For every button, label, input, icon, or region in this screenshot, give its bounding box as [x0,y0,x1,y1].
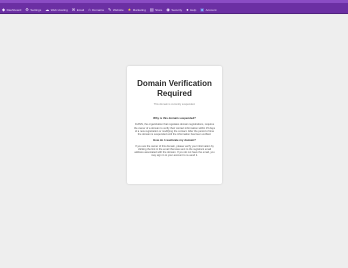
nav-item-label: Security [171,8,183,12]
nav-item-label: Store [155,8,163,12]
nav-item-account[interactable]: ▣ Account [200,7,217,13]
nav-item-email[interactable]: ✉ Email [71,7,85,13]
help-icon: ● [186,7,189,12]
star-icon: ★ [127,7,132,12]
nav-item-website[interactable]: ✎ Website [107,7,124,13]
nav-item-dashboard[interactable]: ◆ Dashboard [2,7,22,13]
store-icon: ▤ [149,7,154,12]
nav-item-label: Domains [92,8,104,12]
suspended-notice: This domain is currently suspended. [153,103,196,106]
verification-card: Domain Verification Required This domain… [127,66,222,184]
nav-item-web-hosting[interactable]: ☁ Web Hosting [45,7,68,13]
nav-item-label: Marketing [132,8,146,12]
how-heading: How do I reactivate my domain? [153,137,196,142]
gear-icon: ⚙ [25,7,29,12]
mail-icon: ✉ [71,7,76,12]
globe-icon: ⌂ [88,7,91,12]
nav-item-label: Help [190,8,197,12]
account-icon: ▣ [200,7,205,12]
nav-item-label: Email [76,8,85,12]
nav-item-store[interactable]: ▤ Store [149,7,163,13]
nav-item-domains[interactable]: ⌂ Domains [88,7,104,13]
home-icon: ◆ [2,7,6,12]
nav-menu: ◆ Dashboard ⚙ Settings ☁ Web Hosting ✉ E… [2,7,216,13]
cloud-icon: ☁ [45,7,50,12]
how-paragraph: If you are the owner of this domain, ple… [134,144,215,158]
nav-item-settings[interactable]: ⚙ Settings [25,7,42,13]
nav-item-label: Account [205,8,217,12]
why-heading: Why is this domain suspended? [153,116,196,121]
nav-item-marketing[interactable]: ★ Marketing [127,7,146,13]
nav-item-label: Settings [30,8,42,12]
top-stripe [0,0,348,3]
shield-icon: ◉ [166,7,170,12]
top-navigation-bar: ◆ Dashboard ⚙ Settings ☁ Web Hosting ✉ E… [0,0,348,14]
nav-item-label: Web Hosting [50,8,68,12]
page-title: Domain Verification Required [137,79,212,98]
nav-item-security[interactable]: ◉ Security [166,7,183,13]
nav-item-label: Dashboard [6,8,22,12]
nav-item-label: Website [112,8,124,12]
edit-icon: ✎ [107,7,112,12]
why-paragraph: ICANN, the organization that regulates d… [133,123,216,136]
nav-item-help[interactable]: ● Help [186,7,197,13]
